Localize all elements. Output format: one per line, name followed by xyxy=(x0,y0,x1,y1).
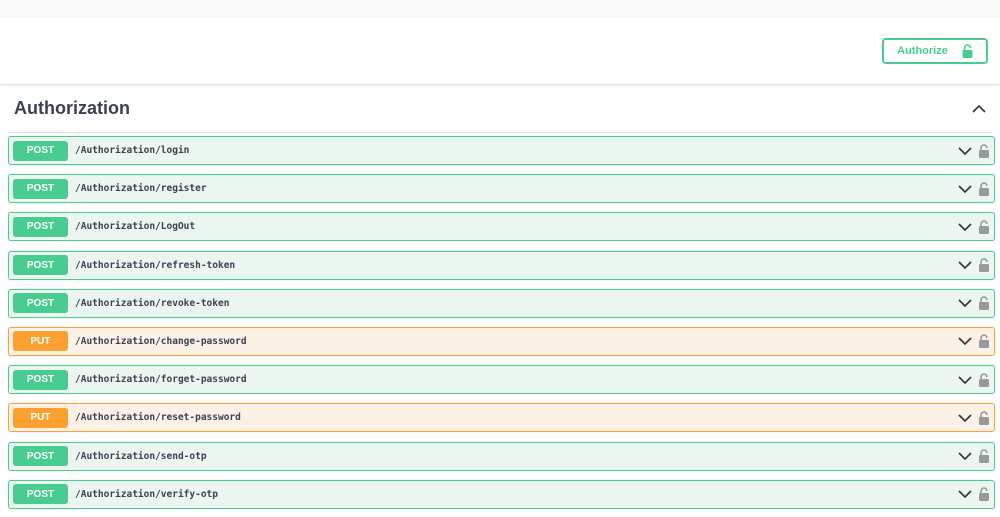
method-badge: POST xyxy=(13,216,68,237)
chevron-down-icon[interactable] xyxy=(958,220,972,234)
chevron-up-icon[interactable] xyxy=(972,104,986,114)
chevron-down-icon[interactable] xyxy=(958,182,972,196)
unlock-icon xyxy=(962,44,973,58)
chevron-down-icon[interactable] xyxy=(958,487,972,501)
method-badge: POST xyxy=(13,255,68,276)
lock-icon[interactable] xyxy=(978,220,990,234)
lock-icon[interactable] xyxy=(978,487,990,502)
chevron-down-icon[interactable] xyxy=(958,144,972,158)
method-badge: PUT xyxy=(13,407,68,428)
operation-row[interactable]: POST /Authorization/LogOut xyxy=(8,212,995,242)
lock-icon[interactable] xyxy=(978,411,990,425)
chevron-down-icon[interactable] xyxy=(958,411,972,425)
lock-icon[interactable] xyxy=(978,181,990,196)
chevron-down-icon[interactable] xyxy=(958,258,972,272)
operation-row[interactable]: PUT /Authorization/change-password xyxy=(8,326,995,356)
method-badge: POST xyxy=(13,446,68,466)
operation-row[interactable]: POST /Authorization/refresh-token xyxy=(8,250,995,280)
top-bar xyxy=(0,0,1000,17)
method-badge: POST xyxy=(13,140,68,161)
operation-path: /Authorization/forget-password xyxy=(75,374,247,386)
operation-path: /Authorization/send-otp xyxy=(75,450,207,462)
tag-title: Authorization xyxy=(14,98,130,118)
operations-list: POST /Authorization/login POST /Authoriz… xyxy=(0,133,1000,509)
method-badge: POST xyxy=(13,178,68,199)
operation-path: /Authorization/login xyxy=(75,145,190,156)
tag-section-authorization: Authorization POST /Authorization/login … xyxy=(0,85,1000,509)
operation-row[interactable]: POST /Authorization/send-otp xyxy=(8,441,995,471)
operation-path: /Authorization/refresh-token xyxy=(75,259,236,271)
chevron-down-icon[interactable] xyxy=(958,334,972,348)
authorize-label: Authorize xyxy=(897,45,948,57)
lock-icon[interactable] xyxy=(978,258,990,273)
method-badge: POST xyxy=(13,484,68,505)
lock-icon[interactable] xyxy=(978,334,990,349)
lock-icon[interactable] xyxy=(978,143,990,158)
method-badge: POST xyxy=(13,369,68,390)
method-badge: PUT xyxy=(13,331,68,352)
chevron-down-icon[interactable] xyxy=(958,449,972,463)
lock-icon[interactable] xyxy=(978,449,990,463)
chevron-down-icon[interactable] xyxy=(958,373,972,387)
authorize-button[interactable]: Authorize xyxy=(882,38,988,64)
operation-row[interactable]: POST /Authorization/revoke-token xyxy=(8,288,995,318)
operation-path: /Authorization/revoke-token xyxy=(75,297,230,309)
lock-icon[interactable] xyxy=(978,372,990,387)
operation-path: /Authorization/change-password xyxy=(75,335,247,347)
operation-path: /Authorization/verify-otp xyxy=(75,488,218,500)
operation-path: /Authorization/LogOut xyxy=(75,221,196,233)
operation-row[interactable]: PUT /Authorization/reset-password xyxy=(8,403,995,433)
operation-path: /Authorization/reset-password xyxy=(75,412,241,424)
operation-row[interactable]: POST /Authorization/login xyxy=(8,136,995,165)
lock-icon[interactable] xyxy=(978,296,990,311)
tag-header[interactable]: Authorization xyxy=(8,85,992,133)
operation-row[interactable]: POST /Authorization/verify-otp xyxy=(8,479,995,509)
operation-row[interactable]: POST /Authorization/forget-password xyxy=(8,365,995,395)
scheme-container: Authorize xyxy=(0,17,1000,85)
operation-row[interactable]: POST /Authorization/register xyxy=(8,174,995,204)
operation-path: /Authorization/register xyxy=(75,183,207,195)
method-badge: POST xyxy=(13,293,68,314)
chevron-down-icon[interactable] xyxy=(958,296,972,310)
